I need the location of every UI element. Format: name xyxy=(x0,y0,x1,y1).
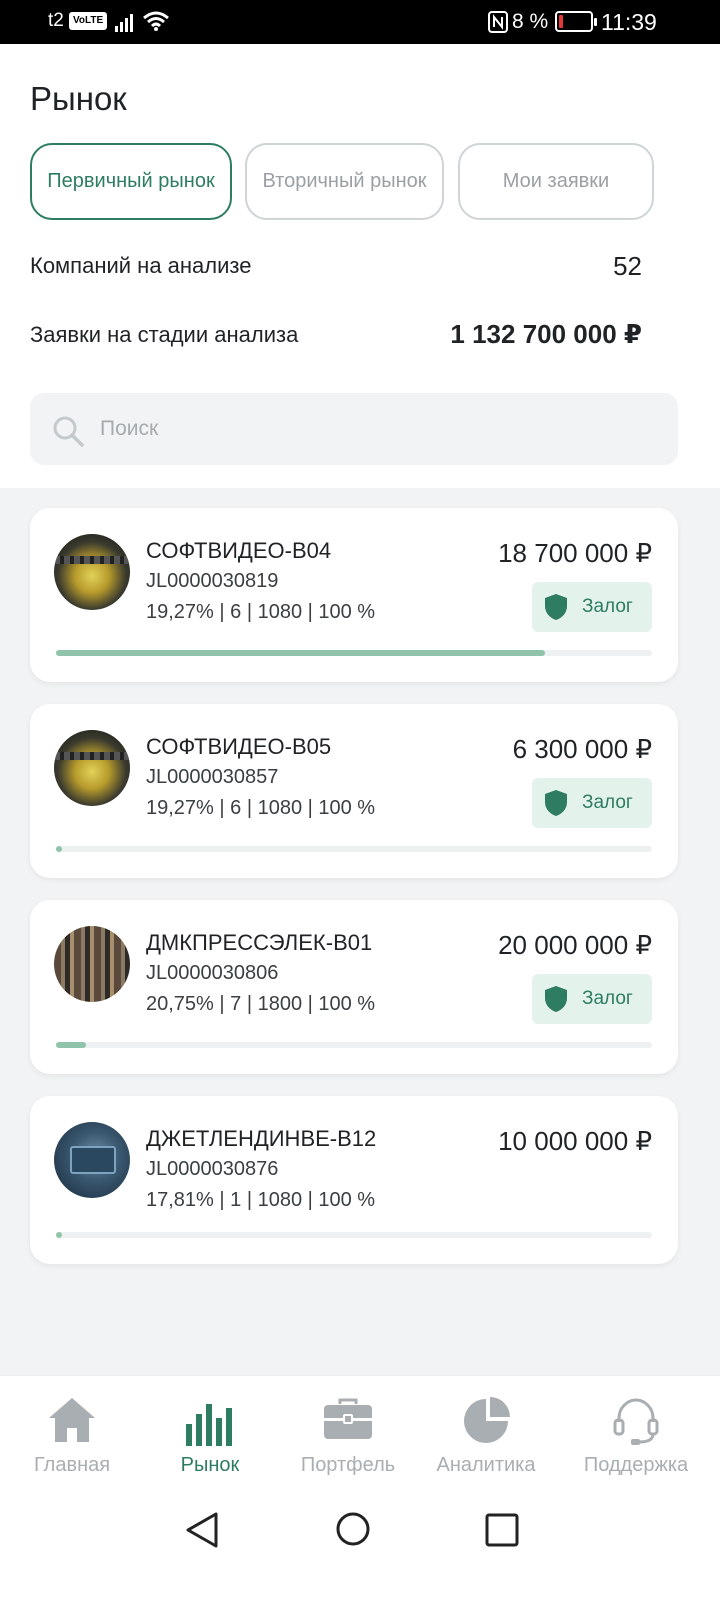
tab-secondary-market[interactable]: Вторичный рынок xyxy=(245,143,444,220)
offer-code: JL0000030819 xyxy=(146,570,279,592)
offer-params: 19,27% | 6 | 1080 | 100 % xyxy=(146,601,376,623)
volte-icon: VoLTE xyxy=(69,12,108,30)
collateral-badge: Залог xyxy=(532,778,652,828)
market-header: Рынок Первичный рынок Вторичный рынок Мо… xyxy=(0,44,720,488)
funding-progress-fill xyxy=(56,1232,62,1238)
collateral-label: Залог xyxy=(582,988,633,1009)
wifi-icon xyxy=(143,11,169,31)
funding-progress-fill xyxy=(56,650,545,656)
search-input[interactable] xyxy=(100,393,660,465)
system-nav-bar xyxy=(0,1499,720,1600)
shield-icon xyxy=(545,594,567,620)
nav-market[interactable]: Рынок xyxy=(138,1376,282,1500)
tab-primary-market[interactable]: Первичный рынок xyxy=(30,143,232,220)
nav-label: Аналитика xyxy=(436,1454,536,1476)
headset-icon xyxy=(613,1398,659,1445)
nav-portfolio[interactable]: Портфель xyxy=(276,1376,420,1500)
nav-label: Главная xyxy=(33,1454,111,1476)
offer-code: JL0000030806 xyxy=(146,962,279,984)
offer-amount: 18 700 000 ₽ xyxy=(498,538,652,568)
clock: 11:39 xyxy=(601,9,657,35)
funding-progress xyxy=(56,846,652,852)
nav-analytics[interactable]: Аналитика xyxy=(414,1376,558,1500)
home-icon xyxy=(49,1398,95,1442)
battery-percent: 8 % xyxy=(512,10,549,33)
signal-icon xyxy=(115,14,133,32)
search-icon xyxy=(53,416,84,447)
companies-value: 52 xyxy=(613,251,642,281)
offer-params: 17,81% | 1 | 1080 | 100 % xyxy=(146,1189,376,1211)
collateral-badge: Залог xyxy=(532,974,652,1024)
offer-code: JL0000030857 xyxy=(146,766,279,788)
offer-name: ДЖЕТЛЕНДИНВЕ-В12 xyxy=(146,1126,377,1151)
battery-icon xyxy=(555,11,597,32)
offer-name: СОФТВИДЕО-В05 xyxy=(146,734,332,759)
offer-card[interactable]: СОФТВИДЕО-В04 JL0000030819 19,27% | 6 | … xyxy=(30,508,678,682)
company-avatar xyxy=(54,926,130,1002)
company-avatar xyxy=(54,1122,130,1198)
shield-icon xyxy=(545,986,567,1012)
collateral-badge: Залог xyxy=(532,582,652,632)
nav-label: Поддержка xyxy=(583,1454,689,1476)
status-bar: t2 VoLTE 8 % 11:39 xyxy=(0,0,720,44)
back-icon[interactable] xyxy=(184,1511,220,1549)
offer-amount: 20 000 000 ₽ xyxy=(498,930,652,960)
companies-label: Компаний на анализе xyxy=(30,253,252,278)
nfc-icon xyxy=(488,11,508,33)
collateral-label: Залог xyxy=(582,792,633,813)
funding-progress xyxy=(56,1042,652,1048)
funding-progress xyxy=(56,1232,652,1238)
funding-progress-fill xyxy=(56,1042,86,1048)
nav-support[interactable]: Поддержка xyxy=(552,1376,720,1500)
offer-amount: 10 000 000 ₽ xyxy=(498,1126,652,1156)
requests-label: Заявки на стадии анализа xyxy=(30,322,299,347)
tab-my-requests[interactable]: Мои заявки xyxy=(458,143,654,220)
offer-card[interactable]: ДЖЕТЛЕНДИНВЕ-В12 JL0000030876 17,81% | 1… xyxy=(30,1096,678,1264)
nav-home[interactable]: Главная xyxy=(0,1376,144,1500)
requests-value: 1 132 700 000 ₽ xyxy=(450,319,642,349)
home-circle-icon[interactable] xyxy=(335,1511,371,1547)
offer-name: ДМКПРЕССЭЛЕК-В01 xyxy=(146,930,373,955)
shield-icon xyxy=(545,790,567,816)
offer-card[interactable]: ДМКПРЕССЭЛЕК-В01 JL0000030806 20,75% | 7… xyxy=(30,900,678,1074)
pie-chart-icon xyxy=(464,1397,510,1443)
offer-code: JL0000030876 xyxy=(146,1158,279,1180)
bottom-nav: Главная Рынок Портфель Аналитика Поддерж… xyxy=(0,1375,720,1499)
recents-icon[interactable] xyxy=(485,1513,519,1547)
page-title: Рынок xyxy=(30,80,127,117)
nav-label: Портфель xyxy=(300,1454,396,1476)
briefcase-icon xyxy=(324,1398,372,1439)
nav-label: Рынок xyxy=(180,1454,240,1476)
company-avatar xyxy=(54,534,130,610)
offer-name: СОФТВИДЕО-В04 xyxy=(146,538,332,563)
funding-progress xyxy=(56,650,652,656)
search-bar xyxy=(30,393,678,465)
company-avatar xyxy=(54,730,130,806)
offer-card[interactable]: СОФТВИДЕО-В05 JL0000030857 19,27% | 6 | … xyxy=(30,704,678,878)
carrier-name: t2 xyxy=(48,10,64,31)
collateral-label: Залог xyxy=(582,596,633,617)
offer-params: 20,75% | 7 | 1800 | 100 % xyxy=(146,993,376,1015)
offer-amount: 6 300 000 ₽ xyxy=(512,734,652,764)
offer-params: 19,27% | 6 | 1080 | 100 % xyxy=(146,797,376,819)
bar-chart-icon xyxy=(186,1404,232,1446)
funding-progress-fill xyxy=(56,846,62,852)
